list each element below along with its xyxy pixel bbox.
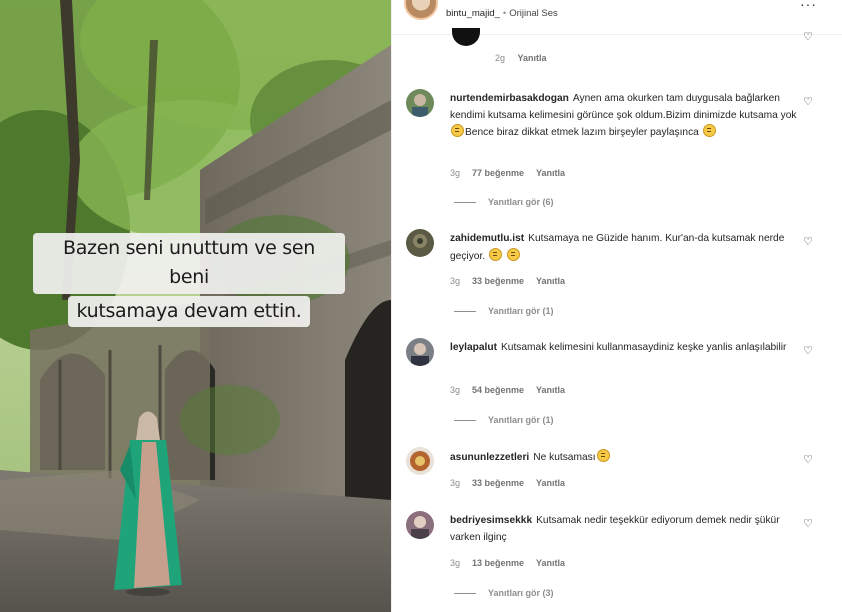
- like-count[interactable]: 77 beğenme: [472, 168, 524, 178]
- view-replies-button[interactable]: Yanıtları gör (1): [454, 415, 554, 425]
- like-heart-icon[interactable]: ♡: [803, 95, 813, 108]
- avatar-photo: [406, 229, 434, 257]
- replies-dash: [454, 420, 476, 422]
- comment-text: leylapalut Kutsamak kelimesini kullanmasa…: [450, 340, 806, 357]
- comment-body: Ne kutsaması: [533, 452, 596, 463]
- view-replies-button[interactable]: Yanıtları gör (3): [454, 588, 554, 598]
- avatar[interactable]: [406, 229, 434, 257]
- reply-button[interactable]: Yanıtla: [536, 168, 565, 178]
- smile-emoji-icon: [702, 124, 716, 137]
- comment-time[interactable]: 3g: [450, 276, 460, 286]
- view-replies-button[interactable]: Yanıtları gör (1): [454, 306, 554, 316]
- like-count[interactable]: 33 beğenme: [472, 478, 524, 488]
- comments-panel: bintu_majid_ • Orijinal Ses ··· 2g Yanıtla…: [391, 0, 842, 612]
- like-heart-icon[interactable]: ♡: [803, 30, 813, 43]
- shocked-emoji-icon: [596, 449, 610, 462]
- replies-label: Yanıtları gör (3): [488, 588, 554, 598]
- replies-dash: [454, 202, 476, 204]
- comment-text: nurtendemirbasakdogan Aynen ama okurken t…: [450, 91, 806, 142]
- smile-emoji-icon: [488, 247, 502, 261]
- like-count[interactable]: 13 beğenme: [472, 558, 524, 568]
- comment-time[interactable]: 3g: [450, 558, 460, 568]
- comment-time[interactable]: 3g: [450, 478, 460, 488]
- comment-body: [485, 251, 488, 262]
- reply-button[interactable]: Yanıtla: [536, 385, 565, 395]
- replies-dash: [454, 593, 476, 595]
- comment-text: bedriyesimsekkk Kutsamak nedir teşekkür e…: [450, 513, 806, 546]
- avatar-photo: [406, 447, 434, 475]
- avatar-photo: [406, 511, 434, 539]
- comment-username[interactable]: asununlezzetleri: [450, 452, 529, 463]
- like-count[interactable]: 33 beğenme: [472, 276, 524, 286]
- comment-username[interactable]: leylapalut: [450, 342, 497, 353]
- comment-meta: 3g 33 beğenme Yanıtla: [450, 478, 577, 488]
- post-photo[interactable]: Bazen seni unuttum ve sen beni kutsamaya…: [0, 0, 391, 612]
- author-username[interactable]: bintu_majid_: [446, 8, 500, 19]
- comment-body: Kutsamak kelimesini kullanmasaydiniz keş…: [501, 342, 787, 353]
- like-count[interactable]: 54 beğenme: [472, 385, 524, 395]
- like-heart-icon[interactable]: ♡: [803, 235, 813, 248]
- comment-meta: 3g 77 beğenme Yanıtla: [450, 168, 577, 178]
- author-line: bintu_majid_ • Orijinal Ses: [446, 8, 558, 19]
- caption-line: Bazen seni unuttum ve sen beni: [33, 233, 345, 294]
- comment-username[interactable]: bedriyesimsekkk: [450, 515, 532, 526]
- replies-dash: [454, 311, 476, 313]
- post-header: bintu_majid_ • Orijinal Ses ···: [392, 0, 842, 28]
- like-heart-icon[interactable]: ♡: [803, 517, 813, 530]
- comment-meta: 2g Yanıtla: [495, 53, 547, 63]
- avatar[interactable]: [452, 28, 480, 46]
- comment-text: asununlezzetleri Ne kutsaması: [450, 449, 806, 467]
- comment-text: zahidemutlu.ist Kutsamaya ne Güzide hanım…: [450, 231, 806, 265]
- shocked-emoji-icon: [451, 124, 464, 137]
- comment-time[interactable]: 3g: [450, 168, 460, 178]
- photo-caption: Bazen seni unuttum ve sen beni kutsamaya…: [33, 232, 345, 328]
- comment-meta: 3g 13 beğenme Yanıtla: [450, 558, 577, 568]
- comment-time[interactable]: 2g: [495, 53, 505, 63]
- avatar-photo: [406, 338, 434, 366]
- comment-time[interactable]: 3g: [450, 385, 460, 395]
- reply-button[interactable]: Yanıtla: [518, 53, 547, 63]
- comment-username[interactable]: zahidemutlu.ist: [450, 233, 524, 244]
- comment-meta: 3g 54 beğenme Yanıtla: [450, 385, 577, 395]
- comment-username[interactable]: nurtendemirbasakdogan: [450, 93, 569, 104]
- replies-label: Yanıtları gör (6): [488, 197, 554, 207]
- comment-meta: 3g 33 beğenme Yanıtla: [450, 276, 577, 286]
- author-avatar[interactable]: [404, 0, 438, 20]
- like-heart-icon[interactable]: ♡: [803, 344, 813, 357]
- view-replies-button[interactable]: Yanıtları gör (6): [454, 197, 554, 207]
- avatar-photo: [406, 89, 434, 117]
- caption-line: kutsamaya devam ettin.: [68, 295, 310, 328]
- replies-label: Yanıtları gör (1): [488, 306, 554, 316]
- reply-button[interactable]: Yanıtla: [536, 558, 565, 568]
- avatar[interactable]: [406, 89, 434, 117]
- like-heart-icon[interactable]: ♡: [803, 453, 813, 466]
- replies-label: Yanıtları gör (1): [488, 415, 554, 425]
- comment-body: Bence biraz dikkat etmek lazım birşeyler…: [465, 127, 699, 138]
- avatar[interactable]: [406, 511, 434, 539]
- avatar[interactable]: [406, 447, 434, 475]
- avatar[interactable]: [406, 338, 434, 366]
- shocked-emoji-icon: [506, 247, 520, 261]
- audio-link[interactable]: Orijinal Ses: [509, 8, 558, 19]
- reply-button[interactable]: Yanıtla: [536, 276, 565, 286]
- more-options-icon[interactable]: ···: [800, 0, 817, 12]
- reply-button[interactable]: Yanıtla: [536, 478, 565, 488]
- separator-dot: •: [502, 8, 507, 19]
